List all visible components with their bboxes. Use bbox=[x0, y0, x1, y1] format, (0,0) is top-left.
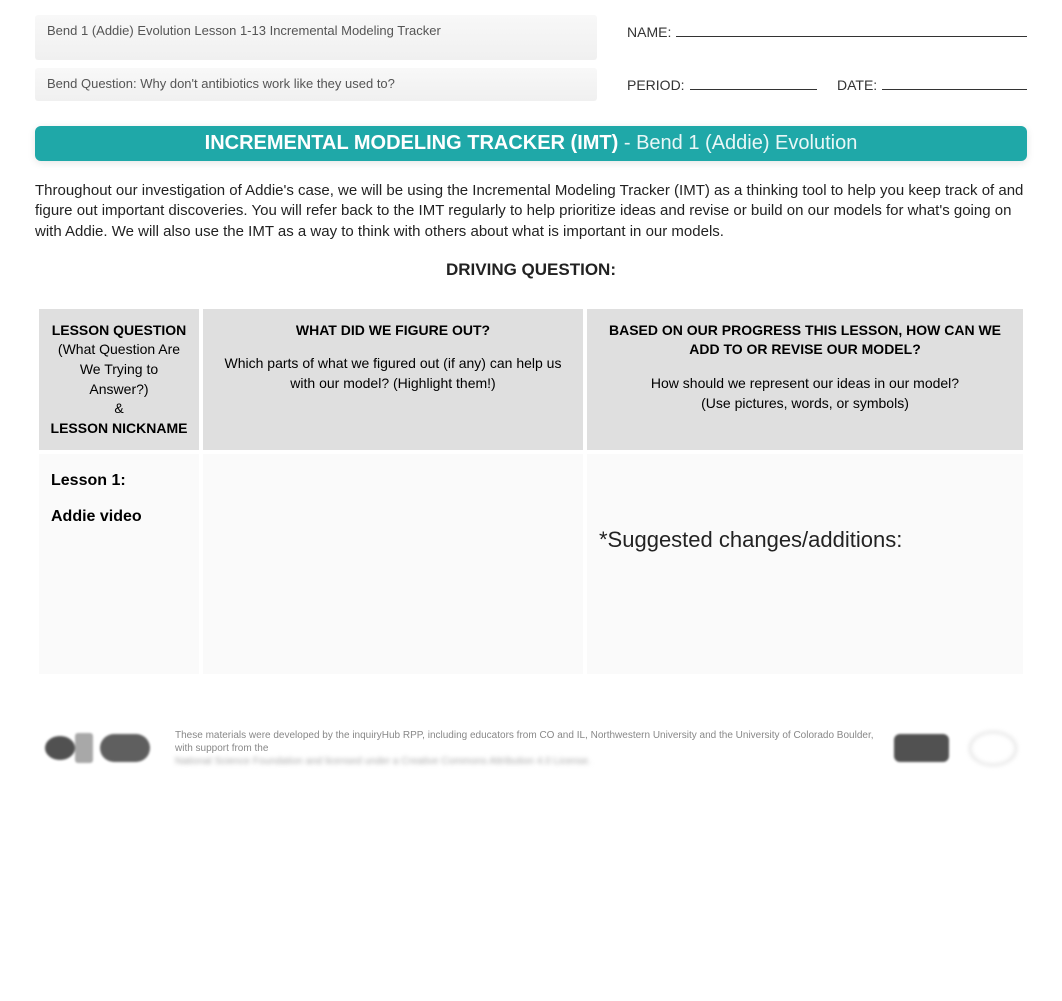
th-col2-sub: Which parts of what we figured out (if a… bbox=[213, 354, 573, 393]
th-col2-bold: WHAT DID WE FIGURE OUT? bbox=[213, 321, 573, 341]
period-input-line[interactable] bbox=[690, 76, 817, 90]
th-col1-bold2: LESSON NICKNAME bbox=[49, 419, 189, 439]
suggested-changes-text: *Suggested changes/additions: bbox=[599, 527, 1011, 553]
date-label: DATE: bbox=[837, 77, 877, 93]
table-row: Lesson 1: Addie video *Suggested changes… bbox=[39, 454, 1023, 674]
cell-lesson: Lesson 1: Addie video bbox=[39, 454, 199, 674]
footer: These materials were developed by the in… bbox=[35, 728, 1027, 768]
th-lesson-question: LESSON QUESTION (What Question Are We Tr… bbox=[39, 309, 199, 451]
date-field: DATE: bbox=[837, 76, 1027, 93]
date-input-line[interactable] bbox=[882, 76, 1027, 90]
th-figured-out: WHAT DID WE FIGURE OUT? Which parts of w… bbox=[203, 309, 583, 451]
th-col1-amp: & bbox=[49, 399, 189, 419]
th-col1-bold1: LESSON QUESTION bbox=[49, 321, 189, 341]
doc-title-line1: Bend 1 (Addie) Evolution Lesson 1-13 Inc… bbox=[35, 15, 597, 60]
header-row-1: Bend 1 (Addie) Evolution Lesson 1-13 Inc… bbox=[35, 15, 1027, 60]
banner-bold: INCREMENTAL MODELING TRACKER (IMT) bbox=[205, 132, 619, 154]
th-revise-model: BASED ON OUR PROGRESS THIS LESSON, HOW C… bbox=[587, 309, 1023, 451]
th-col1-sub: (What Question Are We Trying to Answer?) bbox=[49, 340, 189, 399]
document-page: Bend 1 (Addie) Evolution Lesson 1-13 Inc… bbox=[0, 0, 1062, 798]
footer-logo-mid bbox=[894, 734, 949, 762]
doc-title-line2: Bend Question: Why don't antibiotics wor… bbox=[35, 68, 597, 101]
lesson-number: Lesson 1: bbox=[51, 472, 187, 490]
period-field: PERIOD: bbox=[627, 76, 817, 93]
th-col3-sub2: (Use pictures, words, or symbols) bbox=[597, 394, 1013, 414]
tracker-table: LESSON QUESTION (What Question Are We Tr… bbox=[35, 305, 1027, 679]
cell-figured-out bbox=[203, 454, 583, 674]
period-date-fields: PERIOD: DATE: bbox=[627, 76, 1027, 93]
footer-attribution: These materials were developed by the in… bbox=[175, 729, 874, 768]
name-input-line[interactable] bbox=[676, 23, 1027, 37]
period-label: PERIOD: bbox=[627, 77, 685, 93]
intro-paragraph: Throughout our investigation of Addie's … bbox=[35, 181, 1027, 242]
footer-line1: These materials were developed by the in… bbox=[175, 729, 874, 755]
footer-logo-right bbox=[969, 731, 1017, 766]
banner-rest: - Bend 1 (Addie) Evolution bbox=[618, 132, 857, 154]
footer-line2: National Science Foundation and licensed… bbox=[175, 755, 874, 768]
th-col3-bold: BASED ON OUR PROGRESS THIS LESSON, HOW C… bbox=[597, 321, 1013, 360]
th-col3-sub1: How should we represent our ideas in our… bbox=[597, 374, 1013, 394]
period-date-row: PERIOD: DATE: bbox=[627, 68, 1027, 101]
name-label: NAME: bbox=[627, 24, 671, 40]
title-banner: INCREMENTAL MODELING TRACKER (IMT) - Ben… bbox=[35, 126, 1027, 161]
name-field: NAME: bbox=[627, 23, 1027, 40]
driving-question-heading: DRIVING QUESTION: bbox=[35, 260, 1027, 280]
lesson-nickname: Addie video bbox=[51, 508, 187, 526]
footer-logo-left bbox=[45, 728, 155, 768]
cell-revise: *Suggested changes/additions: bbox=[587, 454, 1023, 674]
header-row-2: Bend Question: Why don't antibiotics wor… bbox=[35, 68, 1027, 101]
name-field-row: NAME: bbox=[627, 15, 1027, 60]
